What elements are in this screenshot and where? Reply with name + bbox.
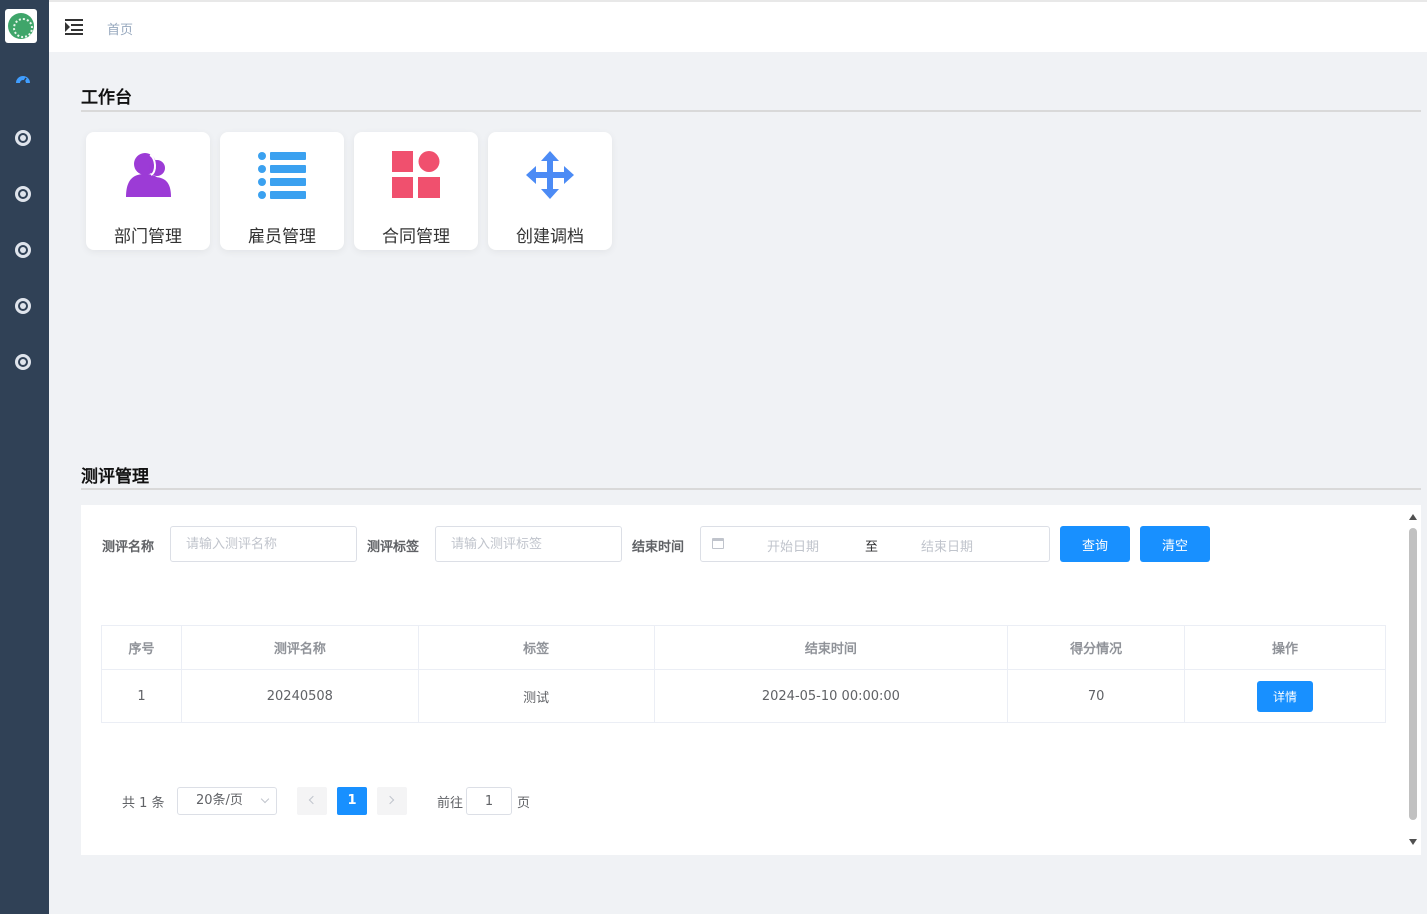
goto-page-input[interactable] (466, 787, 512, 815)
table-header-row: 序号 测评名称 标签 结束时间 得分情况 操作 (101, 625, 1386, 670)
row-name: 20240508 (180, 669, 419, 723)
column-header: 得分情况 (1007, 625, 1186, 670)
pagination-total: 共 1 条 (122, 796, 165, 811)
range-separator: 至 (865, 540, 879, 555)
row-score: 70 (1007, 669, 1186, 723)
date-range-picker[interactable]: 开始日期 至 结束日期 (700, 526, 1050, 562)
breadcrumb-home[interactable]: 首页 (107, 19, 133, 38)
page-suffix-label: 页 (517, 796, 531, 811)
name-filter-input[interactable] (170, 526, 357, 562)
menu-item-icon[interactable] (15, 242, 31, 258)
move-arrows-icon (526, 151, 574, 199)
sidebar (0, 0, 49, 914)
chevron-right-icon (385, 795, 395, 805)
menu-item-icon[interactable] (15, 186, 31, 202)
logo[interactable] (5, 9, 37, 43)
chevron-left-icon (308, 795, 318, 805)
users-icon (126, 153, 171, 197)
end-date-input[interactable]: 结束日期 (921, 536, 973, 555)
contract-management-card[interactable]: 合同管理 (354, 132, 478, 250)
dashboard-icon[interactable] (15, 72, 31, 88)
detail-button[interactable]: 详情 (1257, 680, 1314, 712)
apps-icon (392, 151, 440, 198)
tag-filter-label: 测评标签 (367, 540, 420, 555)
column-header: 标签 (417, 625, 655, 670)
menu-item-icon[interactable] (15, 298, 31, 314)
end-time-label: 结束时间 (632, 540, 685, 555)
divider (81, 488, 1421, 490)
column-header: 序号 (101, 625, 182, 670)
tag-filter-input[interactable] (435, 526, 622, 562)
scroll-thumb[interactable] (1409, 528, 1417, 820)
dept-management-card[interactable]: 部门管理 (86, 132, 210, 250)
workbench-title: 工作台 (81, 88, 132, 108)
card-label: 合同管理 (382, 227, 450, 247)
card-label: 雇员管理 (248, 227, 316, 247)
name-filter-label: 测评名称 (102, 540, 155, 555)
create-transfer-card[interactable]: 创建调档 (488, 132, 612, 250)
evaluation-table: 序号 测评名称 标签 结束时间 得分情况 操作 1 20240508 测试 20… (101, 625, 1386, 723)
row-tag: 测试 (417, 669, 655, 723)
column-header: 结束时间 (653, 625, 1009, 670)
next-page-button[interactable] (377, 787, 407, 815)
logo-tree-icon (8, 13, 34, 39)
start-date-input[interactable]: 开始日期 (767, 536, 819, 555)
calendar-icon (712, 538, 724, 549)
divider (81, 110, 1421, 112)
list-icon (258, 152, 306, 199)
row-action-cell: 详情 (1184, 669, 1386, 723)
column-header: 操作 (1184, 625, 1386, 670)
chevron-down-icon (260, 794, 270, 804)
card-label: 部门管理 (114, 227, 182, 247)
menu-toggle-icon[interactable] (65, 19, 83, 35)
top-navbar: 首页 (49, 0, 1427, 52)
table-row: 1 20240508 测试 2024-05-10 00:00:00 70 详情 (101, 669, 1386, 723)
scrollbar[interactable] (1408, 512, 1418, 848)
page-size-value: 20条/页 (196, 793, 243, 808)
employee-management-card[interactable]: 雇员管理 (220, 132, 344, 250)
page-number-current[interactable]: 1 (337, 787, 367, 815)
row-index: 1 (101, 669, 182, 723)
prev-page-button[interactable] (297, 787, 327, 815)
row-end-time: 2024-05-10 00:00:00 (653, 669, 1009, 723)
goto-label: 前往 (437, 796, 464, 811)
card-label: 创建调档 (516, 227, 584, 247)
clear-button[interactable]: 清空 (1140, 526, 1210, 562)
menu-item-icon[interactable] (15, 130, 31, 146)
scroll-up-arrow-icon[interactable] (1409, 514, 1417, 520)
scroll-down-arrow-icon[interactable] (1409, 839, 1417, 845)
query-button[interactable]: 查询 (1060, 526, 1130, 562)
column-header: 测评名称 (180, 625, 419, 670)
page-size-select[interactable]: 20条/页 (177, 787, 277, 815)
evaluation-title: 测评管理 (81, 467, 149, 487)
menu-item-icon[interactable] (15, 354, 31, 370)
